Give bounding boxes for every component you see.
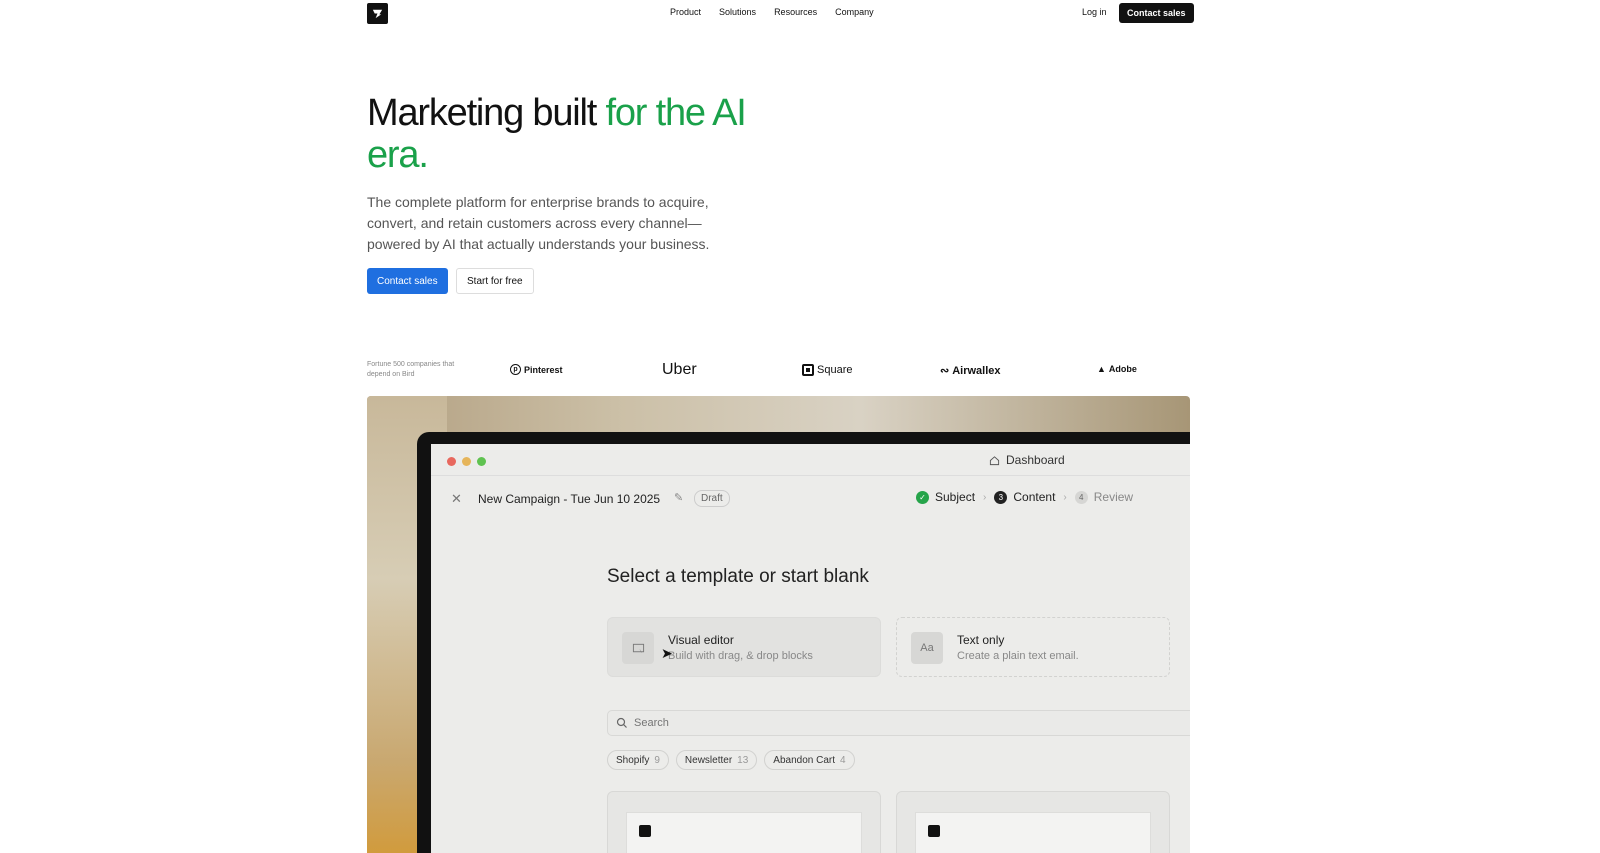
card-description: Build with drag, & drop blocks — [668, 650, 813, 662]
adobe-label: Adobe — [1108, 364, 1137, 374]
nav-contact-sales-button[interactable]: Contact sales — [1119, 3, 1194, 23]
search-bar — [607, 710, 1190, 736]
search-input[interactable] — [634, 711, 1190, 735]
chip-shopify[interactable]: Shopify 9 — [607, 750, 669, 770]
template-panel-title: Select a template or start blank — [607, 566, 869, 587]
hero-subtitle: The complete platform for enterprise bra… — [367, 194, 710, 252]
visual-editor-card[interactable]: Visual editor Build with drag, & drop bl… — [607, 617, 881, 677]
uber-logo: Uber — [662, 361, 697, 379]
chevron-right-icon: › — [983, 491, 987, 503]
step-label: Subject — [935, 490, 976, 504]
text-icon: Aa — [911, 632, 943, 664]
template-preview — [626, 812, 862, 853]
square-icon — [802, 364, 814, 376]
hero-title: Marketing built for the AI era. — [367, 92, 747, 176]
chip-count: 4 — [840, 754, 846, 766]
close-icon[interactable]: ✕ — [451, 491, 462, 507]
campaign-name: New Campaign - Tue Jun 10 2025 — [478, 492, 661, 506]
bird-logo-icon[interactable] — [367, 3, 388, 24]
airwallex-label: Airwallex — [952, 364, 1001, 377]
logos-caption: Fortune 500 companies that depend on Bir… — [367, 361, 455, 378]
card-description: Create a plain text email. — [957, 650, 1079, 662]
chip-label: Newsletter — [684, 754, 733, 766]
home-icon — [989, 455, 1000, 465]
step-number: 3 — [994, 490, 1008, 504]
product-screenshot: Dashboard ✕ New Campaign - Tue Jun 10 20… — [367, 396, 1190, 853]
nav-company[interactable]: Company — [835, 7, 874, 17]
chip-label: Shopify — [616, 754, 650, 766]
chevron-right-icon: › — [1063, 491, 1067, 503]
step-number: 4 — [1074, 490, 1088, 504]
filter-chips: Shopify 9 Newsletter 13 Abandon Cart 4 — [607, 750, 855, 770]
visual-editor-icon — [622, 632, 654, 664]
contact-sales-button[interactable]: Contact sales — [367, 268, 448, 294]
adobe-logo: ▲ Adobe — [1097, 364, 1137, 374]
uber-label: Uber — [662, 361, 697, 378]
search-icon — [616, 717, 627, 728]
hero-title-dark: Marketing built — [367, 92, 606, 134]
nav-solutions[interactable]: Solutions — [719, 7, 756, 17]
bird-logo-icon — [639, 825, 651, 837]
step-label: Review — [1093, 490, 1134, 504]
template-card[interactable] — [607, 791, 881, 853]
maximize-window-icon[interactable] — [477, 457, 486, 466]
chip-count: 9 — [654, 754, 660, 766]
start-for-free-button[interactable]: Start for free — [456, 268, 534, 294]
airwallex-icon: ∾ — [940, 365, 950, 377]
nav-product[interactable]: Product — [670, 7, 701, 17]
square-logo: Square — [802, 364, 852, 376]
square-label: Square — [817, 364, 853, 376]
bird-logo-icon — [928, 825, 940, 837]
airwallex-logo: ∾ Airwallex — [940, 364, 1001, 378]
nav-links: Product Solutions Resources Company — [670, 7, 874, 17]
pinterest-icon: p — [510, 364, 521, 375]
text-only-card[interactable]: Aa Text only Create a plain text email. — [896, 617, 1170, 677]
step-subject[interactable]: ✓ Subject — [916, 490, 975, 504]
chip-abandon-cart[interactable]: Abandon Cart 4 — [764, 750, 855, 770]
window-title: Dashboard — [989, 453, 1065, 467]
campaign-toolbar: ✕ New Campaign - Tue Jun 10 2025 ✎ Draft… — [431, 476, 1190, 520]
step-review[interactable]: 4 Review — [1074, 490, 1134, 504]
close-window-icon[interactable] — [447, 457, 456, 466]
chip-newsletter[interactable]: Newsletter 13 — [675, 750, 758, 770]
app-screen: Dashboard ✕ New Campaign - Tue Jun 10 20… — [431, 444, 1190, 853]
window-titlebar: Dashboard — [431, 444, 1190, 476]
card-title: Visual editor — [668, 633, 734, 647]
stepper: ✓ Subject › 3 Content › 4 Review — [916, 490, 1133, 504]
pinterest-logo: p Pinterest — [510, 364, 563, 375]
nav-resources[interactable]: Resources — [774, 7, 817, 17]
template-card[interactable] — [896, 791, 1170, 853]
step-label: Content — [1013, 490, 1056, 504]
check-circle-icon: ✓ — [916, 490, 929, 504]
template-preview — [915, 812, 1151, 853]
window-title-label: Dashboard — [1006, 453, 1065, 467]
page: Product Solutions Resources Company Log … — [0, 0, 1600, 853]
mouse-pointer-icon: ➤ — [661, 645, 673, 661]
card-title: Text only — [957, 633, 1005, 647]
adobe-icon: ▲ — [1097, 364, 1106, 374]
chip-label: Abandon Cart — [773, 754, 836, 766]
minimize-window-icon[interactable] — [462, 457, 471, 466]
pinterest-label: Pinterest — [524, 364, 563, 375]
login-link[interactable]: Log in — [1082, 7, 1107, 17]
status-badge: Draft — [694, 490, 730, 507]
step-content[interactable]: 3 Content — [994, 490, 1055, 504]
top-nav: Product Solutions Resources Company Log … — [0, 0, 1600, 26]
edit-pencil-icon[interactable]: ✎ — [674, 491, 683, 504]
chip-count: 13 — [737, 754, 749, 766]
